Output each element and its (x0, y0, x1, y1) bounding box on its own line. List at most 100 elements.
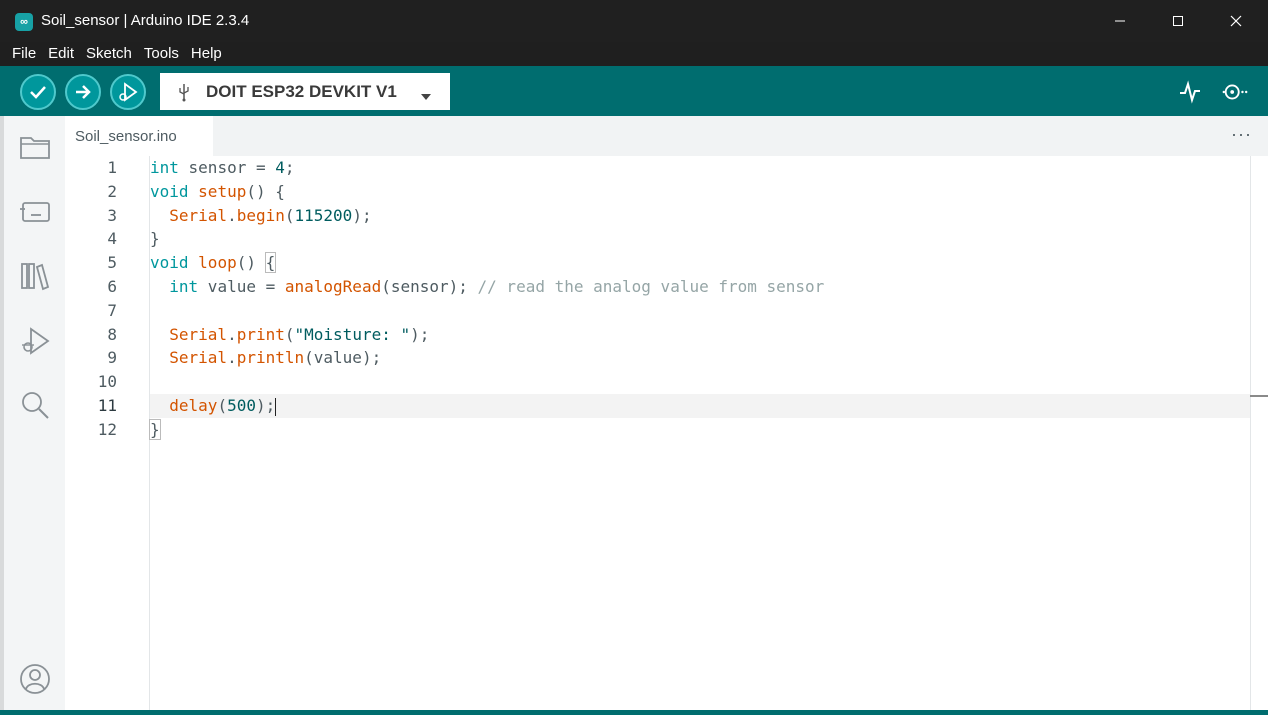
folder-icon (20, 137, 50, 159)
code-line[interactable]: 2 void setup() { (65, 180, 1250, 204)
code-token: { (264, 252, 277, 274)
code-token: } (149, 418, 161, 440)
search-icon (22, 392, 49, 419)
minimize-button[interactable] (1091, 0, 1149, 42)
line-number: 2 (107, 181, 117, 201)
code-editor[interactable]: 1 int sensor = 4; 2 void setup() {3 Serial.… (65, 156, 1268, 710)
serial-monitor-icon (1222, 84, 1248, 100)
code-token: setup (198, 181, 247, 201)
line-number: 10 (97, 372, 117, 392)
code-text: void loop() { (150, 251, 277, 275)
code-line[interactable]: 12} (65, 418, 1250, 442)
title-bar: ∞ Soil_sensor | Arduino IDE 2.3.4 (0, 0, 1268, 42)
usb-icon (176, 82, 192, 102)
line-number: 11 (97, 396, 117, 415)
code-text: Serial.begin(115200); (150, 204, 372, 228)
code-text: int value = analogRead(sensor); // read … (150, 275, 824, 299)
code-line[interactable]: 10 (65, 370, 1250, 394)
code-token: . (227, 324, 237, 344)
code-token: println (236, 348, 305, 368)
line-number: 3 (107, 205, 117, 225)
code-token: Serial (169, 348, 228, 368)
tab-label: Soil_sensor.ino (75, 127, 177, 145)
library-manager-button[interactable] (18, 259, 52, 293)
serial-monitor-button[interactable] (1221, 78, 1249, 106)
code-token: 115200 (294, 205, 353, 225)
debug-panel-button[interactable] (18, 324, 52, 358)
code-line[interactable]: 8 Serial.print("Moisture: "); (65, 323, 1250, 347)
line-number: 12 (97, 419, 117, 439)
maximize-icon (1173, 16, 1183, 26)
menu-file[interactable]: File (6, 42, 42, 66)
code-token: ( (284, 205, 295, 225)
code-token: . (227, 348, 237, 368)
code-token: () (236, 253, 266, 273)
activity-bar (0, 116, 65, 710)
text-cursor (275, 397, 277, 416)
code-line[interactable]: 3 Serial.begin(115200); (65, 204, 1250, 228)
code-token: 4 (275, 158, 285, 177)
boards-manager-button[interactable] (18, 194, 52, 228)
verify-button[interactable] (20, 74, 56, 110)
editor-scrollbar[interactable] (1250, 156, 1268, 710)
code-token: begin (236, 205, 285, 225)
board-icon (20, 202, 50, 222)
code-token: print (236, 324, 285, 344)
board-selector[interactable]: DOIT ESP32 DEVKIT V1 (160, 73, 450, 110)
account-button[interactable] (18, 662, 52, 696)
code-text: void setup() { (150, 180, 285, 204)
serial-plotter-button[interactable] (1176, 78, 1204, 106)
arrow-right-icon (76, 85, 91, 99)
code-token: int (169, 277, 199, 296)
code-token: (sensor); (381, 277, 478, 296)
code-token: analogRead (284, 277, 382, 296)
code-line[interactable]: 6 int value = analogRead(sensor); // rea… (65, 275, 1250, 299)
board-name: DOIT ESP32 DEVKIT V1 (206, 81, 397, 101)
code-token: ); (352, 205, 372, 225)
upload-button[interactable] (65, 74, 101, 110)
plotter-icon (1180, 80, 1200, 104)
code-token: ( (284, 324, 295, 344)
sketchbook-button[interactable] (18, 130, 52, 164)
code-text: Serial.println(value); (150, 346, 381, 370)
code-token: Serial (169, 205, 228, 225)
minimize-icon (1115, 20, 1125, 22)
menu-tools[interactable]: Tools (138, 42, 185, 66)
menu-edit[interactable]: Edit (42, 42, 80, 66)
code-token: ; (284, 158, 295, 177)
code-line[interactable]: 4} (65, 227, 1250, 251)
editor-tab-bar: Soil_sensor.ino ··· (65, 116, 1268, 156)
code-text: } (150, 227, 160, 251)
menu-sketch[interactable]: Sketch (80, 42, 138, 66)
code-token: 500 (227, 396, 256, 415)
code-line[interactable]: 1 int sensor = 4; (65, 156, 1250, 180)
debug-button[interactable] (110, 74, 146, 110)
code-line[interactable]: 7 (65, 299, 1250, 323)
code-token: void (150, 253, 189, 273)
code-token: void (150, 181, 189, 201)
code-line[interactable]: 5 void loop() { (65, 251, 1250, 275)
code-token: () { (246, 181, 285, 201)
search-button[interactable] (18, 388, 52, 422)
code-token: Serial (169, 324, 228, 344)
code-text: int sensor = 4; (150, 156, 295, 180)
code-token: "Moisture: " (294, 324, 411, 344)
code-token: ( (217, 396, 228, 415)
line-number: 4 (107, 229, 117, 249)
close-button[interactable] (1207, 0, 1265, 42)
toolbar: DOIT ESP32 DEVKIT V1 (0, 66, 1268, 116)
menu-help[interactable]: Help (185, 42, 228, 66)
more-options-icon[interactable]: ··· (1231, 124, 1252, 145)
maximize-button[interactable] (1149, 0, 1207, 42)
tab-soil-sensor[interactable]: Soil_sensor.ino (65, 116, 213, 156)
code-line[interactable]: 9 Serial.println(value); (65, 346, 1250, 370)
code-token: ); (410, 324, 430, 344)
line-number: 8 (107, 324, 117, 344)
code-token: int (150, 158, 179, 177)
code-token: value = (198, 277, 285, 296)
code-text: } (149, 418, 161, 442)
code-token: } (150, 229, 160, 249)
code-line[interactable]: 11 delay(500); (65, 394, 1250, 418)
